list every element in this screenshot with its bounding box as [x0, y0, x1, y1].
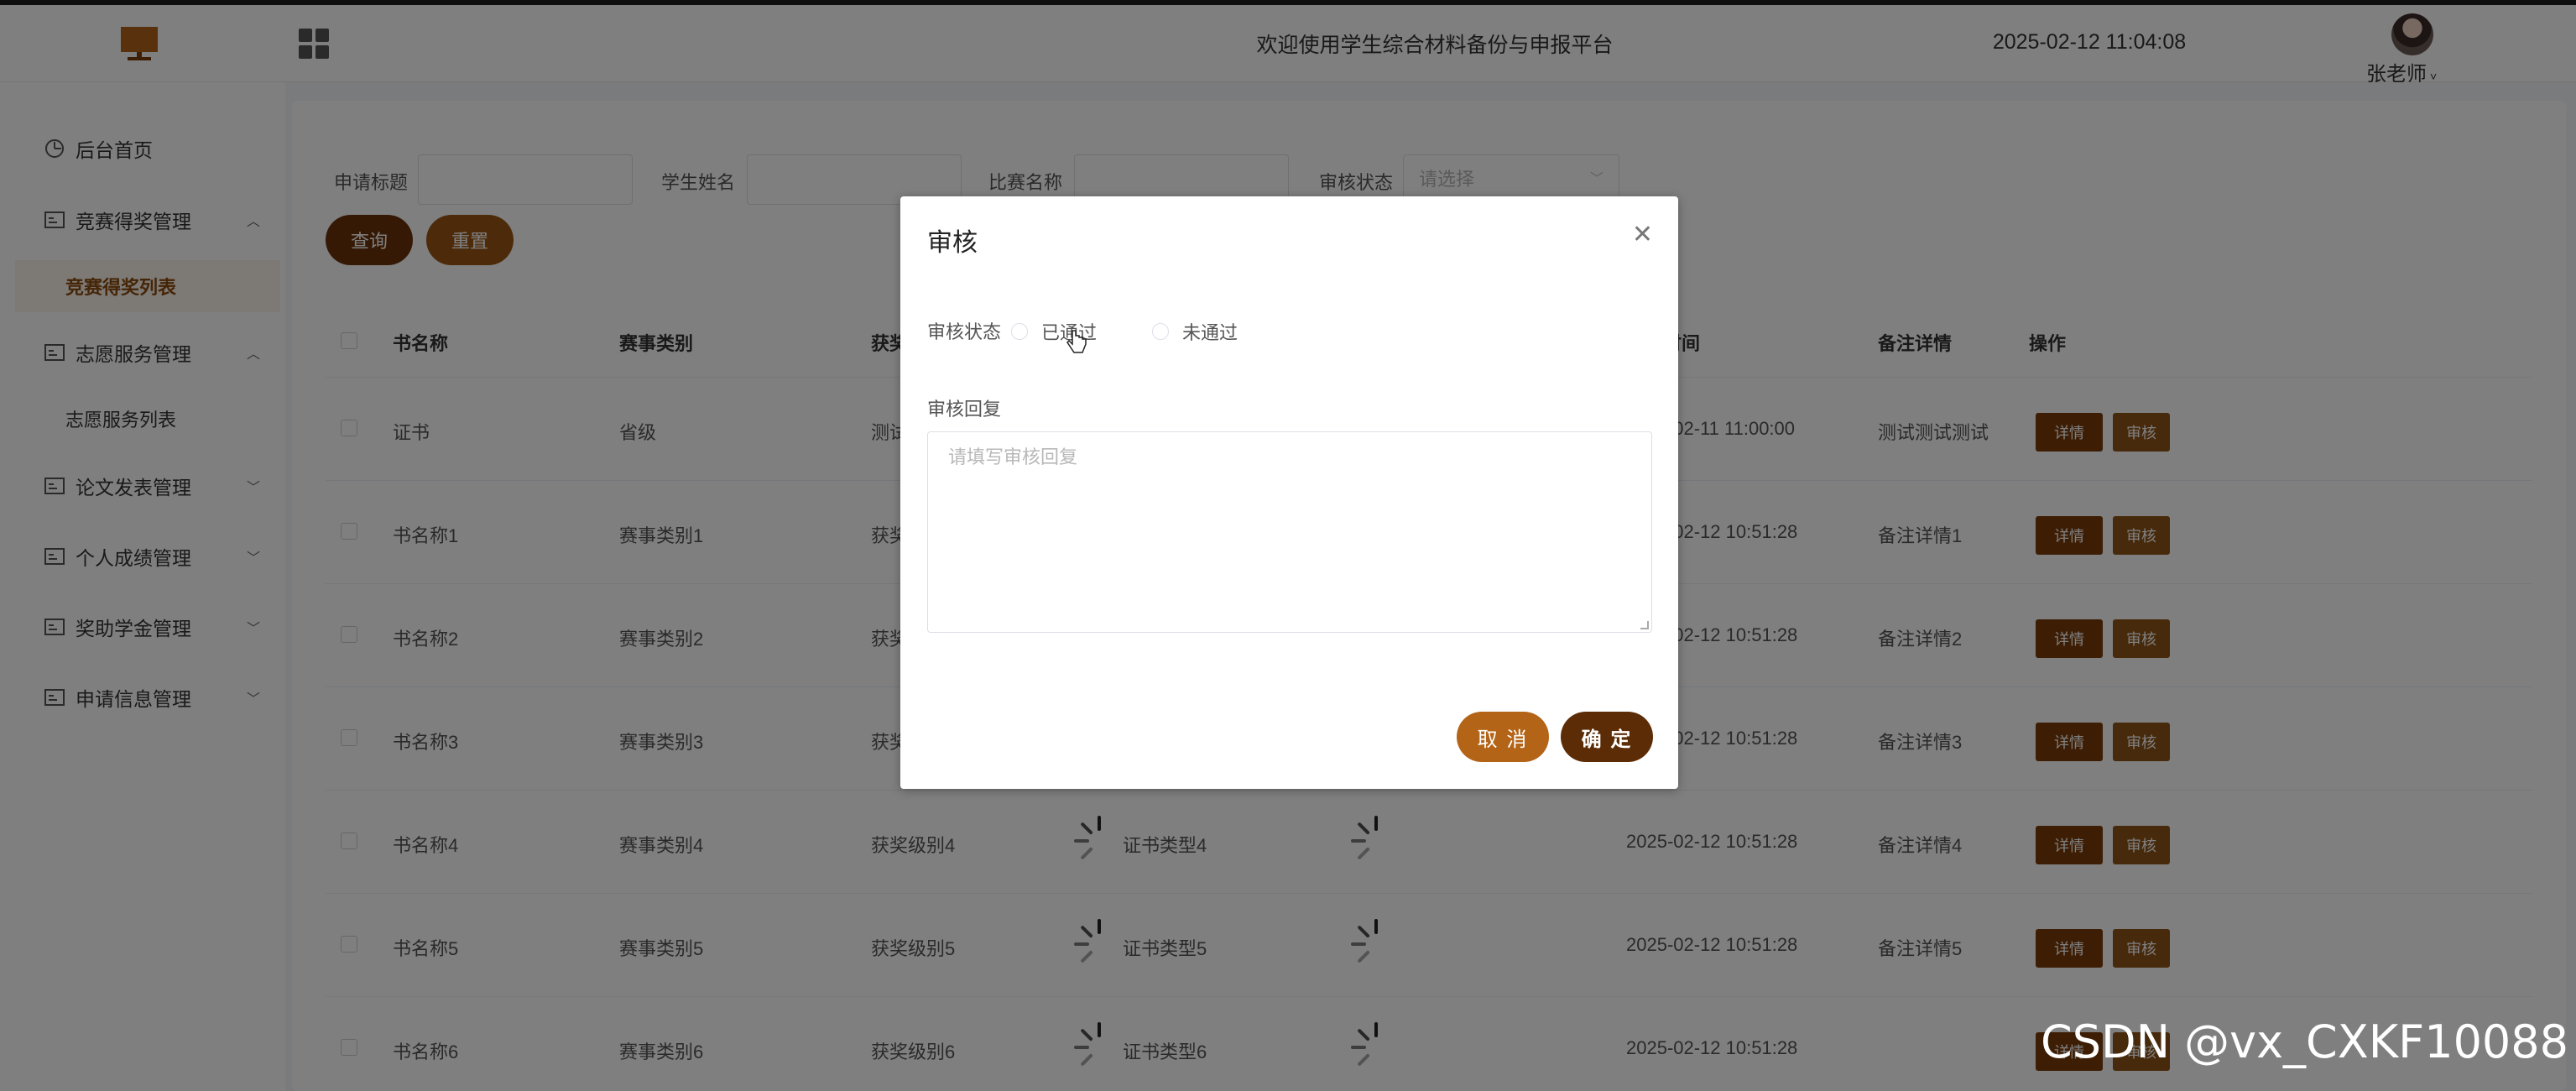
close-icon[interactable]: ✕ — [1632, 220, 1653, 249]
watermark: CSDN @vx_CXKF10088 — [2041, 1015, 2568, 1068]
radio-failed-label: 未通过 — [1182, 322, 1238, 343]
radio-failed[interactable]: 未通过 — [1152, 318, 1238, 345]
audit-dialog: 审核 ✕ 审核状态 已通过 未通过 审核回复 请填写审核回复 取 消 确 定 — [900, 196, 1678, 789]
audit-reply-textarea[interactable]: 请填写审核回复 — [927, 431, 1652, 633]
resize-grip-icon[interactable] — [1640, 621, 1649, 629]
radio-circle[interactable] — [1152, 323, 1169, 340]
confirm-button[interactable]: 确 定 — [1561, 712, 1653, 762]
audit-reply-label: 审核回复 — [927, 399, 1002, 420]
cancel-button[interactable]: 取 消 — [1457, 712, 1549, 762]
hand-cursor-icon — [1066, 330, 1087, 353]
audit-status-label: 审核状态 — [927, 321, 1002, 342]
audit-reply-placeholder: 请填写审核回复 — [948, 446, 1078, 467]
radio-circle[interactable] — [1011, 323, 1028, 340]
dialog-title: 审核 — [927, 229, 978, 257]
